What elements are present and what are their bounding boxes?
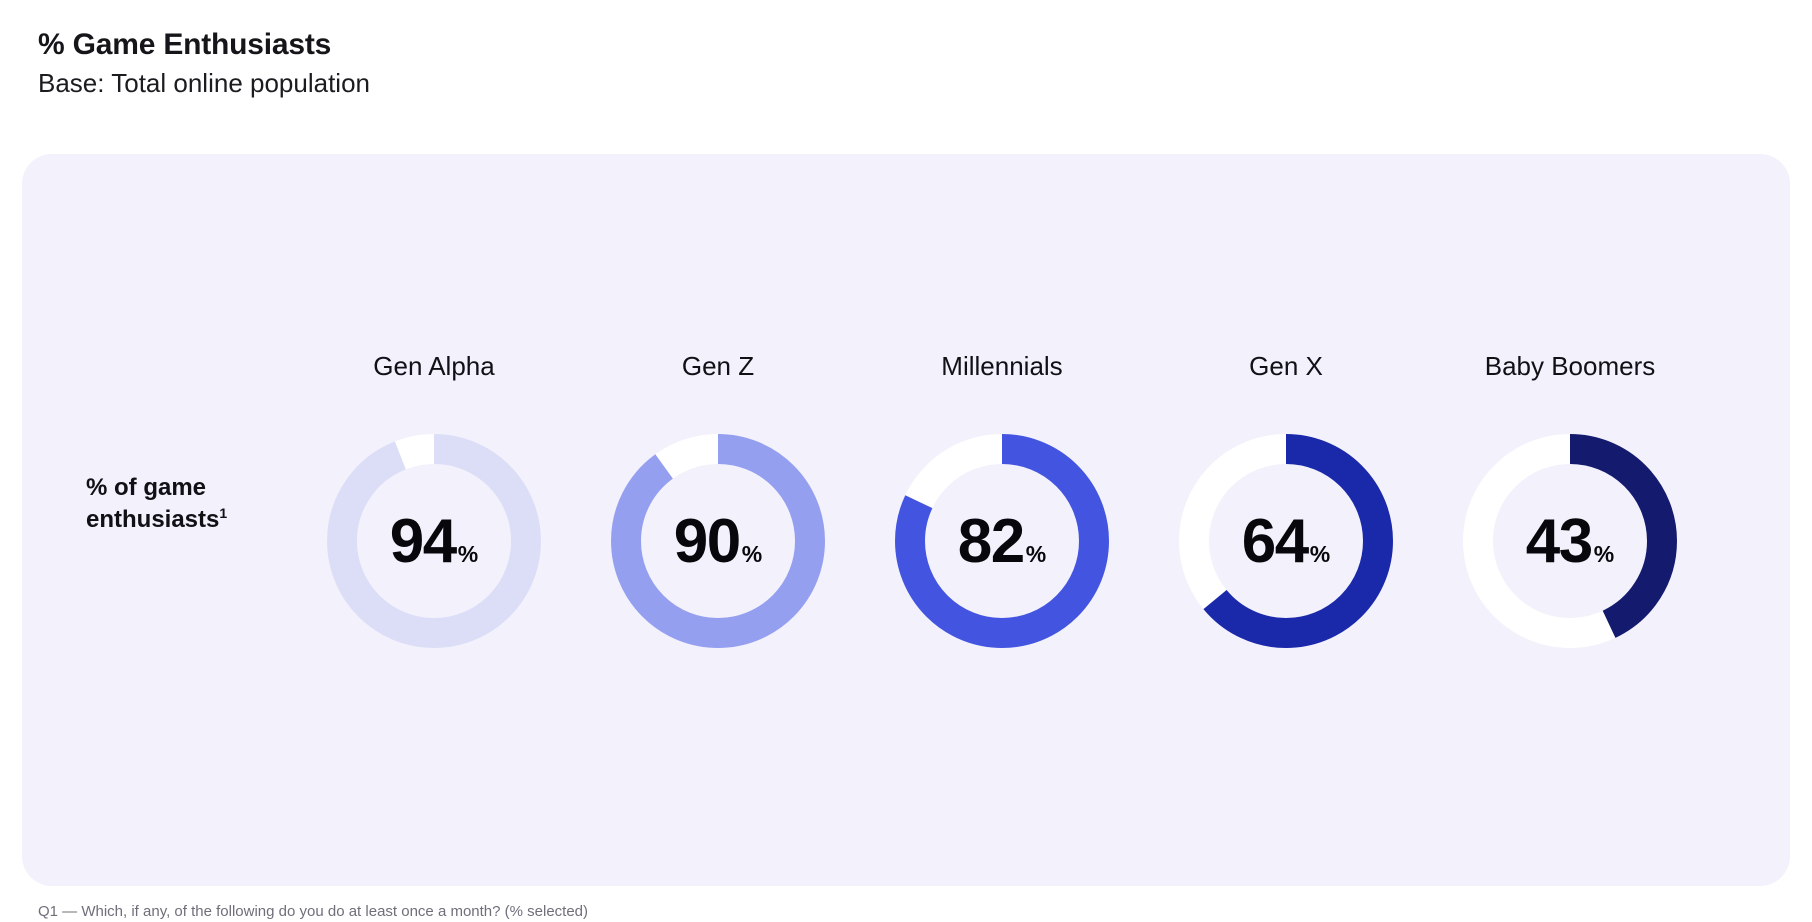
- donut-value-baby-boomers: 43 %: [1526, 511, 1614, 573]
- donut-percent-sign: %: [1025, 541, 1047, 567]
- donut-percent-sign: %: [741, 541, 763, 567]
- row-label: % of game enthusiasts1: [86, 472, 286, 536]
- chart-card: Gen Alpha Gen Z Millennials Gen X Baby B…: [22, 154, 1790, 886]
- donut-center-gen-x: 64 %: [1179, 434, 1393, 648]
- chart-page: % Game Enthusiasts Base: Total online po…: [0, 0, 1812, 920]
- donut-cell-gen-alpha: 94 %: [292, 434, 576, 648]
- column-header-gen-alpha: Gen Alpha: [373, 351, 495, 381]
- column-header-baby-boomers: Baby Boomers: [1484, 351, 1656, 381]
- donut-center-millennials: 82 %: [895, 434, 1109, 648]
- donut-gauge-gen-alpha: 94 %: [327, 434, 541, 648]
- donut-number: 94: [389, 507, 457, 576]
- donut-number: 64: [1241, 507, 1309, 576]
- donut-gauge-millennials: 82 %: [895, 434, 1109, 648]
- footnote: Q1 — Which, if any, of the following do …: [38, 903, 589, 920]
- donut-cell-gen-z: 90 %: [576, 434, 860, 648]
- column-header-millennials: Millennials: [941, 351, 1063, 381]
- donut-center-gen-z: 90 %: [611, 434, 825, 648]
- donut-center-baby-boomers: 43 %: [1463, 434, 1677, 648]
- page-title: % Game Enthusiasts: [38, 28, 332, 61]
- donut-gauge-gen-x: 64 %: [1179, 434, 1393, 648]
- donut-number: 43: [1525, 507, 1593, 576]
- donut-cell-millennials: 82 %: [860, 434, 1144, 648]
- page-subtitle: Base: Total online population: [38, 68, 370, 98]
- donut-value-gen-x: 64 %: [1242, 511, 1330, 573]
- donut-row: 94 % 90 % 82 % 64 % 43 %: [292, 434, 1762, 648]
- donut-gauge-gen-z: 90 %: [611, 434, 825, 648]
- donut-value-gen-alpha: 94 %: [390, 511, 478, 573]
- donut-cell-baby-boomers: 43 %: [1428, 434, 1712, 648]
- row-label-footnote-marker: 1: [219, 505, 228, 521]
- donut-value-gen-z: 90 %: [674, 511, 762, 573]
- donut-number: 82: [957, 507, 1025, 576]
- donut-cell-gen-x: 64 %: [1144, 434, 1428, 648]
- donut-value-millennials: 82 %: [958, 511, 1046, 573]
- chart-header: % Game Enthusiasts Base: Total online po…: [38, 26, 1238, 100]
- column-header-row: Gen Alpha Gen Z Millennials Gen X Baby B…: [292, 350, 1762, 382]
- donut-gauge-baby-boomers: 43 %: [1463, 434, 1677, 648]
- column-header-gen-z: Gen Z: [681, 351, 755, 381]
- donut-percent-sign: %: [457, 541, 479, 567]
- donut-percent-sign: %: [1593, 541, 1615, 567]
- column-header-gen-x: Gen X: [1249, 351, 1323, 381]
- donut-center-gen-alpha: 94 %: [327, 434, 541, 648]
- row-label-text: % of game enthusiasts: [86, 474, 220, 533]
- donut-number: 90: [673, 507, 741, 576]
- donut-chart-grid: Gen Alpha Gen Z Millennials Gen X Baby B…: [22, 154, 1790, 886]
- donut-percent-sign: %: [1309, 541, 1331, 567]
